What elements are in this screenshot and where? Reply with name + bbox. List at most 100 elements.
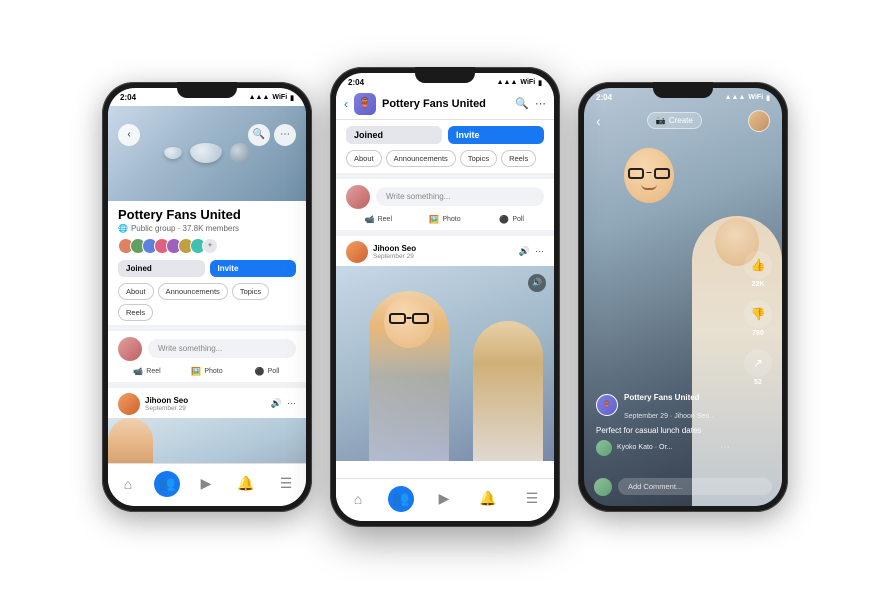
wifi-icon-2: WiFi — [520, 79, 535, 86]
photo-icon-2: 🖼️ — [429, 215, 439, 224]
sound-icon-2[interactable]: 🔊 — [519, 246, 530, 257]
post-header-2: Jihoon Seo September 29 🔊 ⋯ — [336, 236, 554, 266]
more-button-1[interactable]: ⋯ — [274, 124, 296, 146]
reel-icon-2: 📹 — [365, 215, 375, 224]
tab-announcements-2[interactable]: Announcements — [386, 150, 456, 167]
reel-icon-1: 📹 — [133, 367, 143, 376]
nav-home-1[interactable]: ⌂ — [114, 470, 142, 498]
group-meta-1: 🌐 Public group · 37.8K members — [118, 224, 296, 233]
status-time-1: 2:04 — [120, 93, 136, 102]
create-button-3[interactable]: 📷 Create — [647, 112, 702, 129]
comment-input-3[interactable]: Add Comment... — [618, 478, 772, 495]
nav-video-1[interactable]: ▶ — [192, 470, 220, 498]
nav-menu-2[interactable]: ☰ — [518, 485, 546, 513]
tab-reels-1[interactable]: Reels — [118, 304, 153, 321]
tabs-row-2: About Announcements Topics Reels — [336, 150, 554, 173]
commenter-text-3: Kyoko Kato · Or... — [617, 444, 672, 451]
dislike-action-3: 👎 780 — [744, 300, 772, 337]
poll-icon-1: ⚫ — [255, 367, 265, 376]
poll-button-2[interactable]: ⚫ Poll — [479, 215, 544, 224]
bottom-nav-2: ⌂ 👥 ▶ 🔔 ☰ — [336, 478, 554, 521]
header-nav-1: ‹ 🔍 ⋯ — [108, 124, 306, 146]
nav-bell-2[interactable]: 🔔 — [474, 485, 502, 513]
poster-info-1: Jihoon Seo September 29 — [118, 393, 188, 415]
joined-button-2[interactable]: Joined — [346, 126, 442, 144]
tab-topics-2[interactable]: Topics — [460, 150, 497, 167]
comment-more-3[interactable]: ⋯ — [720, 442, 730, 453]
joined-button-1[interactable]: Joined — [118, 260, 205, 277]
write-input-2[interactable]: Write something... — [376, 187, 544, 206]
write-input-1[interactable]: Write something... — [148, 339, 296, 358]
more-icon-2[interactable]: ⋯ — [535, 97, 546, 110]
dislike-button-3[interactable]: 👎 — [744, 300, 772, 328]
channel-date-3: September 29 · Jihoon Seo · — [624, 413, 714, 420]
comment-user-avatar-3 — [594, 478, 612, 496]
phone-1: 2:04 ▲▲▲ WiFi ▮ ‹ 🔍 ⋯ — [102, 82, 312, 512]
top-bar-icons-2: 🔍 ⋯ — [515, 97, 546, 110]
poster-date-2: September 29 — [373, 253, 416, 260]
tab-announcements-1[interactable]: Announcements — [158, 283, 228, 300]
tab-topics-1[interactable]: Topics — [232, 283, 269, 300]
member-avatars-1: + — [118, 238, 296, 254]
cover-image-1: ‹ 🔍 ⋯ — [108, 106, 306, 201]
invite-button-1[interactable]: Invite — [210, 260, 297, 277]
join-row-2: Joined Invite — [336, 120, 554, 150]
search-icon-2[interactable]: 🔍 — [515, 97, 529, 110]
nav-menu-1[interactable]: ☰ — [272, 470, 300, 498]
poster-name-2: Jihoon Seo — [373, 244, 416, 253]
notch-1 — [177, 82, 237, 98]
status-time-3: 2:04 — [596, 93, 612, 102]
sound-badge-2[interactable]: 🔊 — [528, 274, 546, 292]
poster-date-1: September 29 — [145, 405, 188, 412]
nav-groups-2[interactable]: 👥 — [388, 486, 414, 512]
battery-icon-3: ▮ — [766, 94, 770, 102]
search-button-1[interactable]: 🔍 — [248, 124, 270, 146]
like-action-3: 👍 22K — [744, 251, 772, 288]
poll-button-1[interactable]: ⚫ Poll — [238, 367, 296, 376]
like-count-3: 22K — [752, 281, 765, 288]
signal-icon-2: ▲▲▲ — [497, 79, 518, 86]
signal-icon-1: ▲▲▲ — [249, 94, 270, 101]
share-action-3: ↗ 52 — [744, 349, 772, 386]
commenter-avatar-3 — [596, 440, 612, 456]
group-name-1: Pottery Fans United — [118, 207, 296, 222]
tab-about-2[interactable]: About — [346, 150, 382, 167]
more-icon-post-2[interactable]: ⋯ — [535, 246, 544, 257]
post-icons-2: 🔊 ⋯ — [519, 246, 544, 257]
tab-reels-2[interactable]: Reels — [501, 150, 536, 167]
back-button-2[interactable]: ‹ — [344, 97, 348, 111]
wifi-icon-3: WiFi — [748, 94, 763, 101]
like-button-3[interactable]: 👍 — [744, 251, 772, 279]
post-image-1 — [108, 418, 306, 463]
camera-icon-3: 📷 — [656, 116, 666, 125]
nav-groups-1[interactable]: 👥 — [154, 471, 180, 497]
more-icon-1[interactable]: ⋯ — [287, 398, 296, 409]
cover-decoration-1 — [164, 143, 250, 163]
tab-about-1[interactable]: About — [118, 283, 154, 300]
person-silhouette-1a — [108, 418, 153, 463]
status-icons-3: ▲▲▲ WiFi ▮ — [725, 94, 770, 102]
back-button-1[interactable]: ‹ — [118, 124, 140, 146]
poster-info-2: Jihoon Seo September 29 — [346, 241, 416, 263]
globe-icon-1: 🌐 — [118, 224, 128, 233]
nav-bell-1[interactable]: 🔔 — [232, 470, 260, 498]
nav-home-2[interactable]: ⌂ — [344, 485, 372, 513]
photo-button-2[interactable]: 🖼️ Photo — [413, 215, 478, 224]
reel-button-1[interactable]: 📹 Reel — [118, 367, 176, 376]
user-avatar-3[interactable] — [748, 110, 770, 132]
bowl-ball-1 — [230, 143, 250, 163]
group-title-2: Pottery Fans United — [382, 98, 509, 110]
caption-3: Perfect for casual lunch dates — [596, 426, 730, 435]
share-button-3[interactable]: ↗ — [744, 349, 772, 377]
back-button-3[interactable]: ‹ — [596, 113, 601, 129]
nav-video-2[interactable]: ▶ — [430, 485, 458, 513]
comment-input-inner-3: Add Comment... — [594, 478, 772, 496]
photo-button-1[interactable]: 🖼️ Photo — [178, 367, 236, 376]
invite-button-2[interactable]: Invite — [448, 126, 544, 144]
reel-button-2[interactable]: 📹 Reel — [346, 215, 411, 224]
photo-icon-1: 🖼️ — [191, 367, 201, 376]
sound-icon-1[interactable]: 🔊 — [271, 398, 282, 409]
user-avatar-1 — [118, 337, 142, 361]
post-header-1: Jihoon Seo September 29 🔊 ⋯ — [108, 388, 306, 418]
phone-3: 2:04 ▲▲▲ WiFi ▮ ‹ 📷 Create 👍 — [578, 82, 788, 512]
